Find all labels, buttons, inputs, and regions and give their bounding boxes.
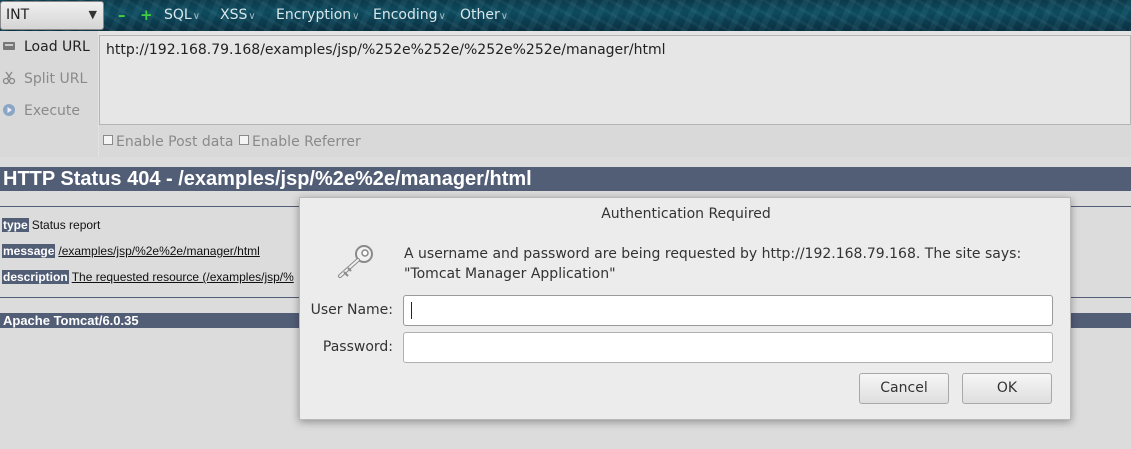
post-data-toggle[interactable]: Enable Post data — [103, 134, 233, 150]
minus-icon[interactable]: – — [118, 6, 126, 24]
message-tag: message — [2, 244, 56, 258]
chevron-down-icon: ∨ — [438, 11, 446, 22]
checkbox-icon — [239, 135, 249, 145]
description-value: The requested resource (/examples/jsp/% — [71, 270, 294, 284]
menu-encoding[interactable]: Encoding∨ — [373, 7, 446, 23]
username-label: User Name: — [310, 302, 393, 318]
cancel-button[interactable]: Cancel — [859, 373, 949, 404]
options-bar: Enable Post data Enable Referrer — [99, 125, 1131, 157]
menu-other[interactable]: Other∨ — [460, 7, 508, 23]
type-value: Status report — [31, 218, 101, 232]
ok-button[interactable]: OK — [962, 373, 1052, 404]
checkbox-icon — [103, 135, 113, 145]
username-input[interactable] — [403, 295, 1053, 326]
description-row: description The requested resource (/exam… — [2, 270, 294, 284]
password-input[interactable] — [403, 332, 1053, 363]
dialog-title: Authentication Required — [601, 206, 771, 222]
chevron-down-icon: ∨ — [248, 11, 256, 22]
password-label: Password: — [322, 339, 393, 355]
auth-dialog: Authentication Required A username and p… — [299, 197, 1071, 420]
chevron-down-icon: ▼ — [88, 8, 97, 21]
plus-icon[interactable]: + — [140, 6, 153, 24]
scissors-icon — [2, 71, 16, 85]
type-tag: type — [2, 218, 29, 232]
load-url-button[interactable]: Load URL — [0, 33, 98, 63]
key-icon — [338, 245, 373, 278]
chevron-down-icon: ∨ — [500, 11, 509, 22]
menu-xss[interactable]: XSS∨ — [220, 7, 256, 23]
dialog-message: A username and password are being reques… — [404, 246, 1022, 282]
play-icon — [3, 104, 15, 116]
url-input[interactable]: http://192.168.79.168/examples/jsp/%252e… — [99, 35, 1131, 125]
referrer-toggle[interactable]: Enable Referrer — [239, 134, 361, 150]
message-value: /examples/jsp/%2e%2e/manager/html — [58, 244, 260, 258]
chevron-down-icon: ∨ — [352, 11, 360, 22]
mode-select-value: INT — [6, 7, 30, 23]
chevron-down-icon: ∨ — [192, 11, 201, 22]
mode-select[interactable]: INT ▼ — [0, 1, 104, 30]
message-row: message/examples/jsp/%2e%2e/manager/html — [2, 244, 260, 258]
split-url-button[interactable]: Split URL — [0, 65, 98, 95]
execute-button[interactable]: Execute — [0, 97, 98, 127]
action-column: Load URL Split URL Execute — [0, 31, 98, 157]
description-tag: description — [2, 270, 69, 284]
load-url-icon — [3, 42, 15, 50]
menu-encryption[interactable]: Encryption∨ — [276, 7, 360, 23]
text-cursor — [411, 302, 412, 319]
type-row: type Status report — [2, 218, 100, 232]
toolbar: INT ▼ – + SQL∨ XSS∨ Encryption∨ Encoding… — [0, 0, 1131, 31]
menu-sql[interactable]: SQL∨ — [164, 7, 200, 23]
page-heading: HTTP Status 404 - /examples/jsp/%2e%2e/m… — [0, 167, 1131, 191]
